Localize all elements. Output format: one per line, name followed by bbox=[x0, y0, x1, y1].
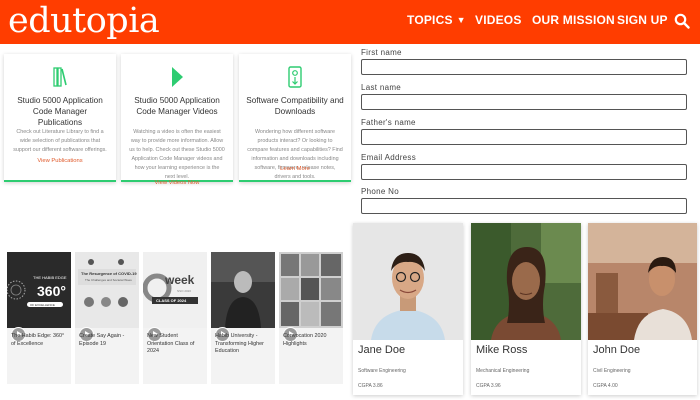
search-icon[interactable] bbox=[674, 13, 690, 29]
video-title: Create Say Again - Episode 19 bbox=[79, 333, 125, 347]
student-card: Mike Ross Mechanical Engineering CGPA 3.… bbox=[471, 223, 581, 395]
books-icon bbox=[53, 67, 67, 87]
video-thumbnail[interactable] bbox=[279, 252, 343, 328]
nav-topics[interactable]: TOPICS ▼ bbox=[407, 13, 466, 27]
learn-more-link[interactable]: Learn More bbox=[239, 166, 351, 172]
product-card-publications: Studio 5000 Application Code Manager Pub… bbox=[4, 54, 116, 182]
product-description: Wondering how different software product… bbox=[247, 129, 343, 180]
video-thumbnail[interactable] bbox=[211, 252, 275, 328]
video-card[interactable]: week NSO 2020 CLASS OF 2024 New Student … bbox=[143, 252, 207, 384]
svg-text:OF EXCELLENCE: OF EXCELLENCE bbox=[30, 303, 55, 307]
email-address-field[interactable] bbox=[361, 164, 687, 180]
svg-text:360°: 360° bbox=[37, 283, 66, 299]
last-name-label: Last name bbox=[361, 83, 402, 92]
student-department: Mechanical Engineering bbox=[476, 368, 530, 374]
student-name: Jane Doe bbox=[358, 344, 406, 356]
avatar bbox=[588, 223, 697, 340]
video-title: Habib University - Transforming Higher E… bbox=[215, 333, 264, 354]
svg-text:THE HABIB EDGE: THE HABIB EDGE bbox=[33, 275, 67, 280]
product-description: Check out Literature Library to find a w… bbox=[13, 129, 107, 153]
svg-text:week: week bbox=[164, 273, 195, 287]
video-card[interactable]: THE HABIB EDGE 360° OF EXCELLENCE The Ha… bbox=[7, 252, 71, 384]
site-header: edutopia TOPICS ▼ VIDEOS OUR MISSION SIGN… bbox=[0, 0, 700, 44]
avatar bbox=[353, 223, 463, 340]
nav-sign-up[interactable]: SIGN UP bbox=[617, 13, 668, 27]
product-title: Studio 5000 Application Code Manager Vid… bbox=[134, 96, 220, 116]
view-publications-link[interactable]: View Publications bbox=[4, 158, 116, 164]
student-department: Civil Engineering bbox=[593, 368, 631, 374]
nav-our-mission[interactable]: OUR MISSION bbox=[532, 13, 615, 27]
product-title: Studio 5000 Application Code Manager Pub… bbox=[17, 96, 103, 127]
svg-text:The Resurgence of COVID-19: The Resurgence of COVID-19 bbox=[81, 271, 137, 276]
video-thumbnail[interactable]: week NSO 2020 CLASS OF 2024 bbox=[143, 252, 207, 328]
student-card: John Doe Civil Engineering CGPA 4.00 bbox=[588, 223, 697, 395]
product-description: Watching a video is often the easiest wa… bbox=[129, 129, 225, 180]
video-thumbnail[interactable]: THE HABIB EDGE 360° OF EXCELLENCE bbox=[7, 252, 71, 328]
product-card-downloads: Software Compatibility and Downloads Won… bbox=[239, 54, 351, 182]
student-name: Mike Ross bbox=[476, 344, 528, 356]
edutopia-logo[interactable]: edutopia bbox=[8, 2, 160, 40]
video-thumbnail[interactable]: The Resurgence of COVID-19 The Challenge… bbox=[75, 252, 139, 328]
avatar bbox=[471, 223, 581, 340]
play-icon bbox=[172, 67, 183, 87]
product-card-videos: Studio 5000 Application Code Manager Vid… bbox=[121, 54, 233, 186]
nav-topics-label: TOPICS bbox=[407, 13, 453, 27]
phone-no-field[interactable] bbox=[361, 198, 687, 214]
svg-text:CLASS OF 2024: CLASS OF 2024 bbox=[156, 298, 187, 303]
view-videos-link[interactable]: View Videos Now bbox=[121, 180, 233, 186]
video-card[interactable]: The Resurgence of COVID-19 The Challenge… bbox=[75, 252, 139, 384]
student-cgpa: CGPA 3.96 bbox=[476, 383, 501, 389]
nav-videos[interactable]: VIDEOS bbox=[475, 13, 522, 27]
first-name-label: First name bbox=[361, 48, 402, 57]
last-name-field[interactable] bbox=[361, 94, 687, 110]
first-name-field[interactable] bbox=[361, 59, 687, 75]
fathers-name-label: Father's name bbox=[361, 118, 416, 127]
download-icon bbox=[288, 66, 302, 88]
fathers-name-field[interactable] bbox=[361, 129, 687, 145]
video-title: The Habib Edge: 360° of Excellence bbox=[11, 333, 65, 347]
svg-text:NSO 2020: NSO 2020 bbox=[177, 289, 191, 293]
student-cgpa: CGPA 3.86 bbox=[358, 383, 383, 389]
video-title: New Student Orientation Class of 2024 bbox=[147, 333, 195, 354]
email-address-label: Email Address bbox=[361, 153, 417, 162]
student-card: Jane Doe Software Engineering CGPA 3.86 bbox=[353, 223, 463, 395]
student-department: Software Engineering bbox=[358, 368, 406, 374]
video-card[interactable]: Habib University - Transforming Higher E… bbox=[211, 252, 275, 384]
product-title: Software Compatibility and Downloads bbox=[246, 96, 344, 116]
video-card[interactable]: Convocation 2020 Highlights bbox=[279, 252, 343, 384]
student-cgpa: CGPA 4.00 bbox=[593, 383, 618, 389]
chevron-down-icon: ▼ bbox=[456, 15, 466, 25]
svg-text:The Challenges and Societal Wo: The Challenges and Societal Woes bbox=[85, 278, 132, 282]
student-name: John Doe bbox=[593, 344, 641, 356]
video-title: Convocation 2020 Highlights bbox=[283, 333, 327, 347]
phone-no-label: Phone No bbox=[361, 187, 399, 196]
